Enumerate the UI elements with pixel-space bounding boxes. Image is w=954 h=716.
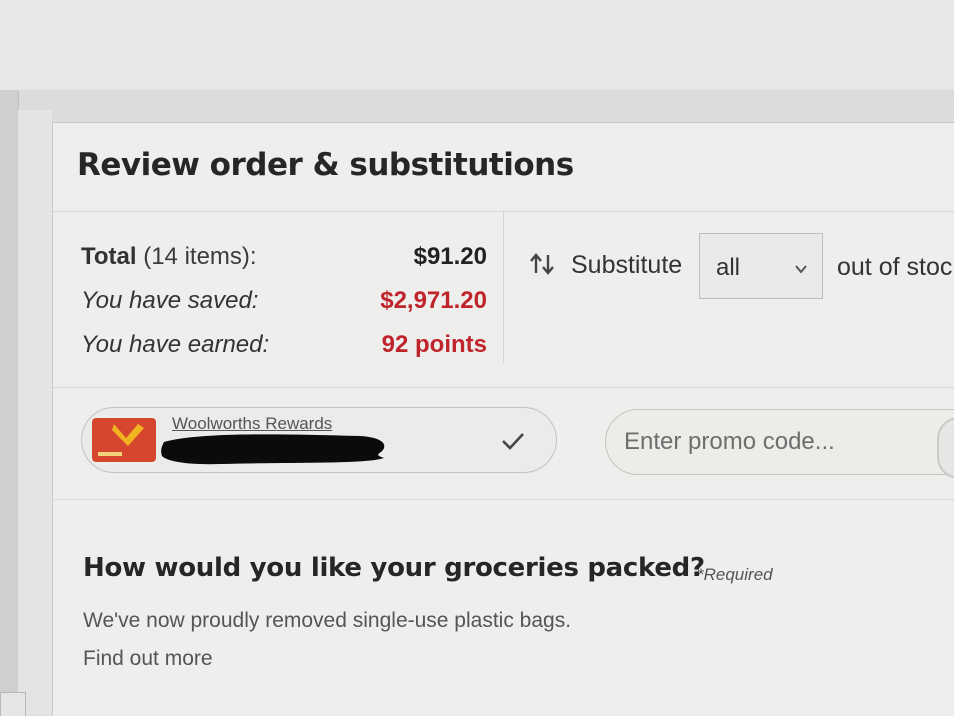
packing-section-divider [53, 499, 954, 500]
total-label: Total [81, 243, 137, 270]
earned-row: You have earned: 92 points [81, 331, 487, 359]
section-divider [53, 387, 954, 388]
left-side-panel [18, 110, 52, 715]
find-out-more-link[interactable]: Find out more [83, 647, 213, 671]
review-order-card: Review order & substitutions Total (14 i… [52, 122, 954, 716]
page-title: Review order & substitutions [77, 147, 574, 183]
substitute-suffix: out of stoc [837, 253, 953, 281]
substitute-label: Substitute [571, 251, 683, 279]
substitute-select[interactable]: all [699, 233, 823, 299]
total-row: Total (14 items): $91.20 [81, 243, 487, 271]
saved-value: $2,971.20 [380, 287, 487, 314]
chevron-down-icon [795, 265, 807, 274]
substitute-icon [530, 253, 554, 275]
saved-row: You have saved: $2,971.20 [81, 287, 487, 315]
checkmark-icon [502, 433, 524, 450]
packing-description: We've now proudly removed single-use pla… [83, 609, 572, 632]
total-items-count: (14 items): [143, 243, 257, 270]
browser-top-area [0, 0, 954, 90]
rewards-card-icon [92, 418, 156, 462]
card-header: Review order & substitutions [53, 123, 954, 212]
total-value: $91.20 [413, 243, 487, 270]
redacted-card-number [161, 434, 385, 465]
earned-value: 92 points [381, 331, 487, 358]
promo-code-input[interactable] [605, 409, 954, 475]
bottom-left-control [0, 692, 26, 716]
rewards-card-selector[interactable]: Woolworths Rewards [81, 407, 557, 473]
required-label: *Required [697, 565, 773, 584]
summary-divider [503, 211, 504, 363]
packing-title: How would you like your groceries packed… [83, 553, 705, 583]
earned-label: You have earned: [81, 331, 270, 358]
substitute-select-value: all [716, 254, 741, 281]
order-summary: Total (14 items): $91.20 You have saved:… [53, 211, 954, 391]
saved-label: You have saved: [81, 287, 259, 314]
left-edge-panel [0, 90, 19, 715]
